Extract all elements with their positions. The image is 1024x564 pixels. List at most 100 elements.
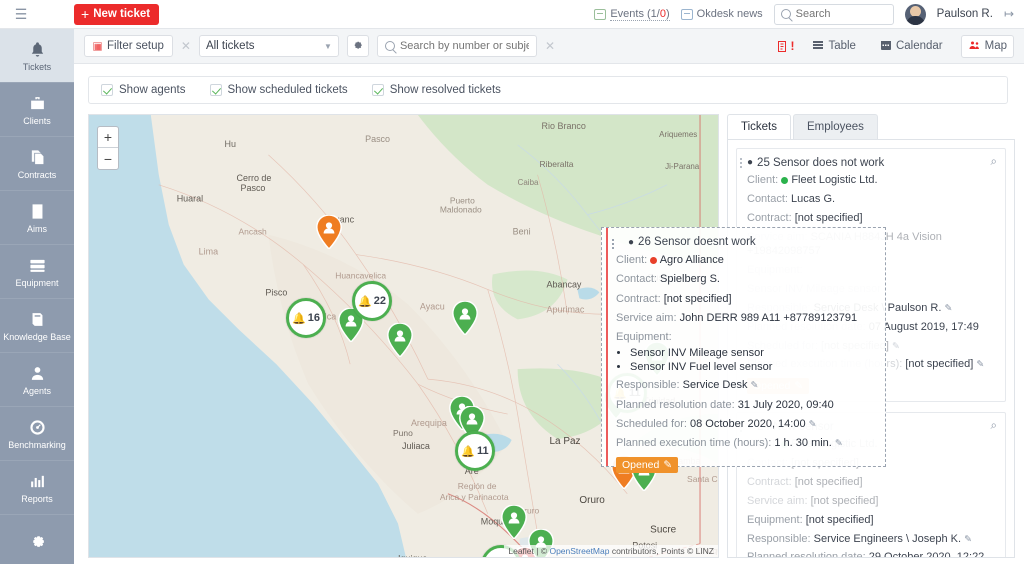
- label: Equipment:: [616, 331, 672, 343]
- value: Service Engineers \ Joseph K.: [814, 533, 961, 545]
- clear-search-icon[interactable]: ✕: [545, 39, 555, 53]
- map-marker-cluster[interactable]: 🔔11: [455, 431, 495, 471]
- checkbox-show-resolved-tickets[interactable]: Show resolved tickets: [372, 84, 501, 96]
- sidebar-item-reports[interactable]: Reports: [0, 461, 74, 515]
- events-label: Events (1/: [610, 8, 660, 20]
- ticket-search-input[interactable]: [400, 40, 529, 52]
- filter-icon: ▦: [93, 42, 102, 51]
- clear-filter-icon[interactable]: ✕: [181, 39, 191, 53]
- sidebar-label: Equipment: [15, 278, 58, 288]
- ticket-title[interactable]: 25 Sensor does not work: [757, 157, 884, 169]
- export-excel-icon[interactable]: !: [777, 39, 794, 53]
- status-badge[interactable]: Opened ✎: [616, 457, 678, 473]
- map-marker-pin[interactable]: [387, 323, 413, 357]
- ticket-filter-select[interactable]: All tickets ▼: [199, 35, 339, 57]
- sidebar-item-benchmarking[interactable]: Benchmarking: [0, 407, 74, 461]
- briefcase-icon: [27, 94, 47, 114]
- checkbox-show-agents[interactable]: Show agents: [101, 84, 186, 96]
- map-place-label: Juliaca: [402, 441, 430, 451]
- view-tab-map[interactable]: Map: [961, 35, 1014, 58]
- popup-equipment-list: Sensor INV Mileage sensor Sensor INV Fue…: [630, 347, 875, 373]
- map-marker-cluster[interactable]: 🔔16: [286, 298, 326, 338]
- sidebar-item-tickets[interactable]: Tickets: [0, 29, 74, 83]
- sidebar-item-aims[interactable]: Aims: [0, 191, 74, 245]
- ticket-search[interactable]: [377, 35, 537, 57]
- value: [not specified]: [806, 514, 874, 526]
- global-search[interactable]: [774, 4, 894, 25]
- ticket-contract: Contract: [not specified]: [747, 211, 997, 226]
- map-marker-pin[interactable]: [452, 301, 478, 335]
- sidebar-item-knowledge-base[interactable]: Knowledge Base: [0, 299, 74, 353]
- checkbox-show-scheduled-tickets[interactable]: Show scheduled tickets: [210, 84, 348, 96]
- popup-title[interactable]: 26 Sensor doesnt work: [638, 236, 756, 248]
- avatar[interactable]: [905, 4, 926, 25]
- label: Planned resolution date:: [747, 551, 866, 558]
- user-name[interactable]: Paulson R.: [937, 8, 993, 20]
- label: Scheduled for:: [616, 418, 687, 430]
- global-search-input[interactable]: [796, 8, 887, 20]
- checkbox-icon: [101, 84, 113, 96]
- edit-icon[interactable]: ✎: [663, 459, 672, 471]
- zoom-in-button[interactable]: +: [98, 127, 118, 148]
- building-icon: [27, 202, 47, 222]
- edit-icon[interactable]: ✎: [964, 534, 972, 545]
- news-label: Okdesk news: [697, 8, 763, 20]
- drag-handle[interactable]: [612, 239, 614, 249]
- sidebar-label: Contracts: [18, 170, 57, 180]
- edit-icon[interactable]: ✎: [892, 341, 900, 352]
- cluster-count: 11: [477, 445, 489, 457]
- logout-icon[interactable]: ↦: [1004, 7, 1014, 21]
- filter-settings-button[interactable]: [347, 35, 369, 57]
- user-icon: [27, 364, 47, 384]
- cluster-count: 16: [308, 312, 320, 324]
- map-marker-cluster[interactable]: 🔔22: [352, 281, 392, 321]
- server-icon: [27, 256, 47, 276]
- tab-employees[interactable]: Employees: [793, 114, 878, 139]
- list-item: Sensor INV Mileage sensor: [630, 347, 875, 359]
- sidebar-label: Knowledge Base: [3, 332, 71, 342]
- edit-icon[interactable]: ✎: [976, 359, 984, 370]
- filter-setup-button[interactable]: ▦ Filter setup: [84, 35, 173, 57]
- value: Fleet Logistic Ltd.: [791, 174, 877, 186]
- ticket-service-aim: Service aim: [not specified]: [747, 494, 997, 509]
- status-dot: [650, 257, 657, 264]
- zoom-in-icon[interactable]: ⌕: [991, 420, 997, 433]
- sidebar-settings-button[interactable]: [0, 520, 74, 564]
- view-tab-table[interactable]: Table: [806, 36, 862, 57]
- events-link[interactable]: Events (1/0): [594, 8, 669, 21]
- map-ticket-popup[interactable]: ●︎ 26 Sensor doesnt work Client: Agro Al…: [601, 227, 886, 467]
- tab-tickets[interactable]: Tickets: [727, 114, 791, 139]
- view-tab-calendar[interactable]: Calendar: [874, 36, 949, 57]
- map-place-label: Caiba: [518, 178, 539, 187]
- top-bar: ☰ + New ticket Events (1/0) Okdesk news …: [0, 0, 1024, 29]
- sidebar-item-contracts[interactable]: Contracts: [0, 137, 74, 191]
- okdesk-news-link[interactable]: Okdesk news: [681, 8, 763, 20]
- map-marker-pin[interactable]: [316, 215, 342, 249]
- map-place-label: Huancavelica: [335, 270, 386, 280]
- map-place-label: Ji-Parana: [665, 162, 700, 171]
- edit-icon[interactable]: ✎: [945, 303, 953, 314]
- zoom-out-button[interactable]: −: [98, 148, 118, 169]
- map-pin-icon: ●︎: [747, 157, 753, 168]
- news-icon: [681, 9, 693, 20]
- openstreetmap-link[interactable]: OpenStreetMap: [549, 546, 609, 556]
- new-ticket-button[interactable]: + New ticket: [74, 4, 159, 25]
- edit-icon[interactable]: ✎: [809, 419, 817, 430]
- edit-icon[interactable]: ✎: [835, 438, 843, 449]
- cluster-count: 22: [374, 295, 386, 307]
- map-place-label: Ayacu: [420, 301, 445, 311]
- map-place-label: Región de: [458, 481, 497, 491]
- label: Service aim:: [616, 312, 677, 324]
- edit-icon[interactable]: ✎: [751, 380, 759, 391]
- sidebar-item-equipment[interactable]: Equipment: [0, 245, 74, 299]
- map-place-label: Arica y Parinacota: [440, 492, 509, 502]
- zoom-in-icon[interactable]: ⌕: [991, 156, 997, 169]
- map-marker-pin[interactable]: [501, 505, 527, 539]
- chevron-down-icon: ▼: [324, 42, 332, 51]
- sidebar-item-agents[interactable]: Agents: [0, 353, 74, 407]
- hamburger-icon[interactable]: ☰: [0, 0, 42, 29]
- sidebar-item-clients[interactable]: Clients: [0, 83, 74, 137]
- popup-client: Client: Agro Alliance: [616, 253, 875, 267]
- value: 08 October 2020, 14:00: [690, 418, 806, 430]
- map-place-label: Beni: [513, 227, 531, 237]
